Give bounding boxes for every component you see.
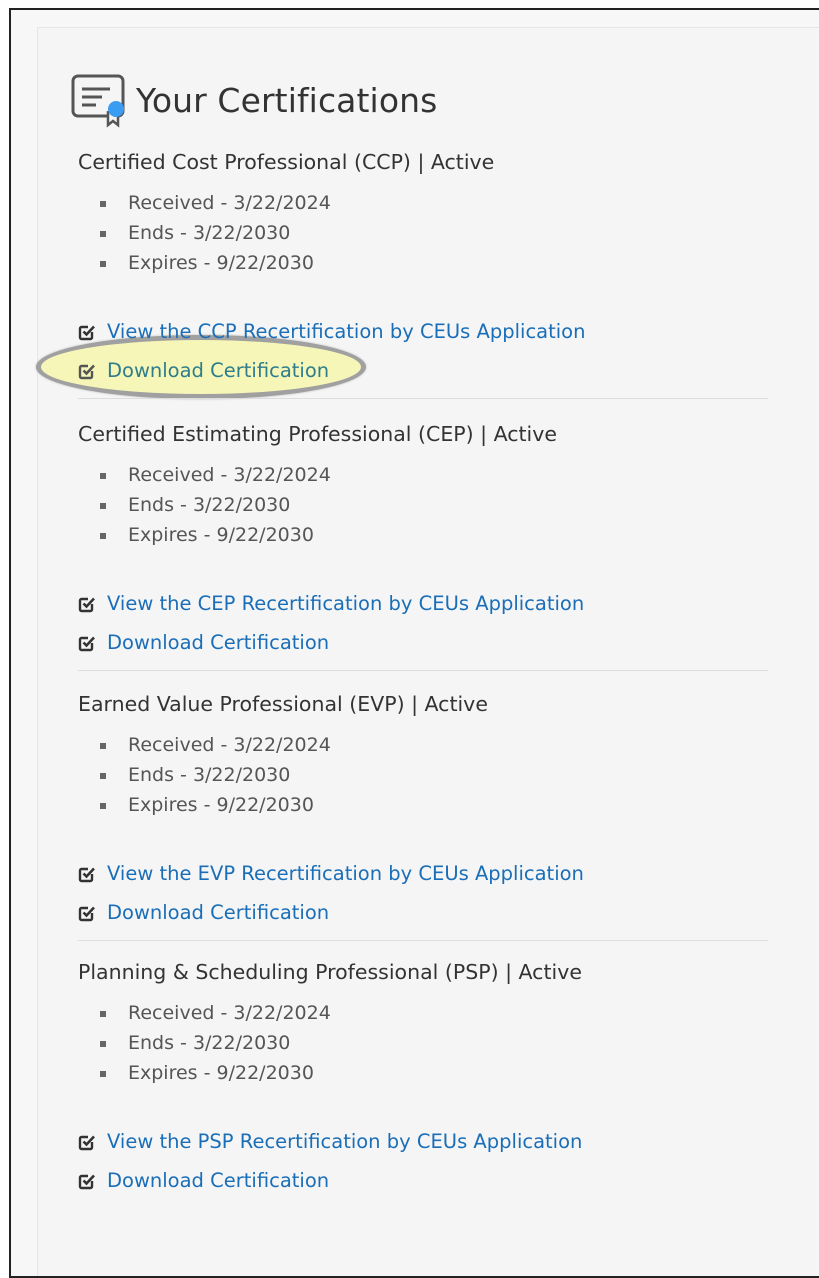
certification-name: Certified Cost Professional (CCP) | Acti… bbox=[78, 150, 495, 174]
expires-date: Expires - 9/22/2030 bbox=[100, 248, 768, 278]
certification-psp: Planning & Scheduling Professional (PSP)… bbox=[78, 958, 768, 1200]
certification-evp: Earned Value Professional (EVP) | Active… bbox=[78, 690, 768, 941]
recertification-link[interactable]: View the CCP Recertification by CEUs App… bbox=[78, 312, 768, 351]
certification-actions: View the CEP Recertification by CEUs App… bbox=[78, 584, 768, 662]
received-date: Received - 3/22/2024 bbox=[100, 460, 768, 490]
expires-date: Expires - 9/22/2030 bbox=[100, 520, 768, 550]
download-certification-label[interactable]: Download Certification bbox=[107, 1161, 329, 1200]
ends-date: Ends - 3/22/2030 bbox=[100, 760, 768, 790]
expires-date: Expires - 9/22/2030 bbox=[100, 790, 768, 820]
section-divider bbox=[78, 398, 768, 399]
section-divider bbox=[78, 670, 768, 671]
received-date: Received - 3/22/2024 bbox=[100, 730, 768, 760]
certification-cep: Certified Estimating Professional (CEP) … bbox=[78, 420, 768, 671]
recertification-link[interactable]: View the PSP Recertification by CEUs App… bbox=[78, 1122, 768, 1161]
received-date: Received - 3/22/2024 bbox=[100, 998, 768, 1028]
checkbox-check-icon bbox=[78, 867, 95, 882]
recertification-link-label[interactable]: View the EVP Recertification by CEUs App… bbox=[107, 854, 584, 893]
certification-dates: Received - 3/22/2024 Ends - 3/22/2030 Ex… bbox=[78, 998, 768, 1088]
ends-date: Ends - 3/22/2030 bbox=[100, 218, 768, 248]
download-certification-label[interactable]: Download Certification bbox=[107, 623, 329, 662]
recertification-link[interactable]: View the CEP Recertification by CEUs App… bbox=[78, 584, 768, 623]
page-title: Your Certifications bbox=[136, 80, 438, 120]
certificate-icon bbox=[71, 74, 125, 128]
checkbox-check-icon bbox=[78, 906, 95, 921]
recertification-link[interactable]: View the EVP Recertification by CEUs App… bbox=[78, 854, 768, 893]
checkbox-check-icon bbox=[78, 597, 95, 612]
ends-date: Ends - 3/22/2030 bbox=[100, 1028, 768, 1058]
certification-actions: View the EVP Recertification by CEUs App… bbox=[78, 854, 768, 932]
section-divider bbox=[78, 940, 768, 941]
certification-ccp: Certified Cost Professional (CCP) | Acti… bbox=[78, 148, 768, 399]
certification-dates: Received - 3/22/2024 Ends - 3/22/2030 Ex… bbox=[78, 188, 768, 278]
certification-actions: View the PSP Recertification by CEUs App… bbox=[78, 1122, 768, 1200]
checkbox-check-icon bbox=[78, 636, 95, 651]
download-certification-link[interactable]: Download Certification bbox=[78, 623, 768, 662]
checkbox-check-icon bbox=[78, 325, 95, 340]
ends-date: Ends - 3/22/2030 bbox=[100, 490, 768, 520]
certification-name: Certified Estimating Professional (CEP) … bbox=[78, 422, 557, 446]
page-header: Your Certifications bbox=[70, 70, 437, 130]
checkbox-check-icon bbox=[78, 1174, 95, 1189]
recertification-link-label[interactable]: View the PSP Recertification by CEUs App… bbox=[107, 1122, 582, 1161]
received-date: Received - 3/22/2024 bbox=[100, 188, 768, 218]
certification-dates: Received - 3/22/2024 Ends - 3/22/2030 Ex… bbox=[78, 460, 768, 550]
download-certification-label[interactable]: Download Certification bbox=[107, 351, 329, 390]
certification-name: Planning & Scheduling Professional (PSP)… bbox=[78, 960, 582, 984]
expires-date: Expires - 9/22/2030 bbox=[100, 1058, 768, 1088]
checkbox-check-icon bbox=[78, 1135, 95, 1150]
recertification-link-label[interactable]: View the CEP Recertification by CEUs App… bbox=[107, 584, 584, 623]
download-certification-link[interactable]: Download Certification bbox=[78, 1161, 768, 1200]
certification-actions: View the CCP Recertification by CEUs App… bbox=[78, 312, 768, 390]
certification-dates: Received - 3/22/2024 Ends - 3/22/2030 Ex… bbox=[78, 730, 768, 820]
download-certification-link[interactable]: Download Certification bbox=[78, 351, 768, 390]
download-certification-link[interactable]: Download Certification bbox=[78, 893, 768, 932]
checkbox-check-icon bbox=[78, 364, 95, 379]
certification-name: Earned Value Professional (EVP) | Active bbox=[78, 692, 488, 716]
download-certification-label[interactable]: Download Certification bbox=[107, 893, 329, 932]
recertification-link-label[interactable]: View the CCP Recertification by CEUs App… bbox=[107, 312, 585, 351]
